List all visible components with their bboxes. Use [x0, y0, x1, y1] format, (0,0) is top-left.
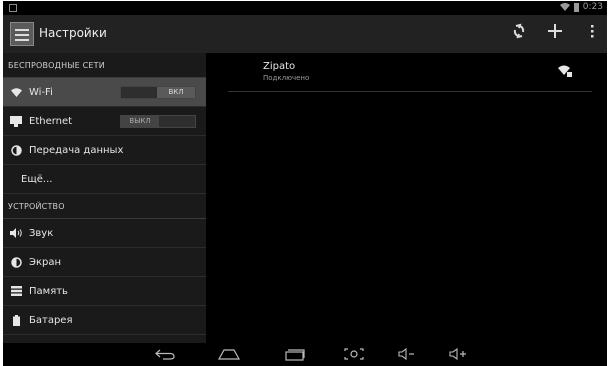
notification-icon [9, 4, 17, 12]
action-bar: Настройки [3, 15, 607, 53]
status-time: 0:23 [582, 2, 603, 12]
section-header-device: УСТРОЙСТВО [3, 194, 206, 219]
settings-app-icon[interactable] [10, 22, 34, 46]
sidebar-item-label: Передача данных [29, 144, 124, 156]
status-bar: 0:23 [3, 1, 607, 15]
sidebar-item-label: Экран [29, 256, 62, 268]
sidebar-item-display[interactable]: Экран [3, 248, 206, 277]
sidebar-item-label: Память [29, 285, 68, 297]
page-title: Настройки [39, 26, 107, 40]
status-indicators: 0:23 [559, 2, 603, 12]
wifi-icon [9, 85, 23, 99]
screenshot-icon[interactable] [343, 345, 365, 363]
sidebar-item-wifi[interactable]: Wi-Fi ВКЛ [3, 78, 206, 107]
monitor-icon [9, 114, 23, 128]
wifi-status-icon [559, 3, 570, 11]
network-name: Zipato [263, 61, 296, 72]
navigation-bar [3, 343, 607, 366]
volume-down-icon[interactable] [396, 345, 418, 363]
tablet-screen: 0:23 Настройки БЕСПРОВОДНЫЕ СЕТИ Wi-Fi В… [3, 1, 607, 366]
sidebar-item-label: Ещё... [21, 173, 53, 185]
recent-apps-icon[interactable] [284, 345, 306, 363]
toggle-label: ВКЛ [157, 87, 195, 98]
sidebar-item-more[interactable]: Ещё... [3, 165, 206, 194]
wifi-toggle[interactable]: ВКЛ [120, 86, 196, 99]
toggle-label: ВЫКЛ [121, 116, 159, 127]
settings-sidebar: БЕСПРОВОДНЫЕ СЕТИ Wi-Fi ВКЛ Ethernet ВЫК… [3, 53, 206, 343]
network-status: Подключено [263, 74, 310, 82]
sidebar-item-sound[interactable]: Звук [3, 219, 206, 248]
sidebar-item-ethernet[interactable]: Ethernet ВЫКЛ [3, 107, 206, 136]
sync-icon[interactable] [508, 23, 530, 45]
add-network-icon[interactable] [544, 23, 566, 45]
data-usage-icon [9, 143, 23, 157]
sidebar-item-data-usage[interactable]: Передача данных [3, 136, 206, 165]
sidebar-item-partial[interactable] [3, 335, 206, 343]
sidebar-item-label: Батарея [29, 314, 73, 326]
home-icon[interactable] [218, 345, 240, 363]
speaker-icon [9, 226, 23, 240]
back-icon[interactable] [154, 345, 176, 363]
overflow-menu-icon[interactable] [581, 23, 603, 45]
sidebar-item-battery[interactable]: Батарея [3, 306, 206, 335]
battery-icon [9, 313, 23, 327]
storage-icon [9, 284, 23, 298]
volume-up-icon[interactable] [447, 345, 469, 363]
wifi-signal-locked-icon [558, 65, 572, 77]
ethernet-toggle[interactable]: ВЫКЛ [120, 115, 196, 128]
sidebar-item-label: Звук [29, 227, 54, 239]
section-header-wireless: БЕСПРОВОДНЫЕ СЕТИ [3, 53, 206, 78]
network-item[interactable]: Zipato Подключено [228, 53, 592, 92]
sidebar-item-storage[interactable]: Память [3, 277, 206, 306]
wifi-networks-panel: Zipato Подключено [206, 53, 607, 343]
brightness-icon [9, 255, 23, 269]
battery-status-icon [573, 2, 579, 12]
